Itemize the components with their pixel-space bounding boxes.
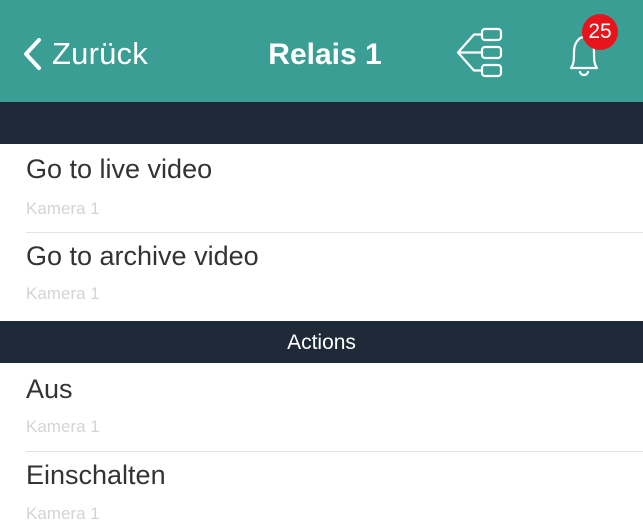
list-item-subtitle: Kamera 1 bbox=[26, 199, 100, 218]
list-item-subtitle: Kamera 1 bbox=[26, 284, 100, 303]
section-header-actions: Actions bbox=[0, 321, 643, 363]
chevron-left-icon bbox=[24, 38, 41, 70]
list-item-einschalten[interactable]: Einschalten Kamera 1 bbox=[0, 452, 643, 527]
list-item-title: Aus bbox=[26, 374, 73, 404]
page-title: Relais 1 bbox=[268, 38, 382, 71]
list-item-subtitle: Kamera 1 bbox=[26, 504, 100, 523]
tree-structure-icon bbox=[456, 27, 503, 78]
section-header bbox=[0, 102, 643, 144]
notification-badge: 25 bbox=[582, 14, 618, 50]
list-item-aus[interactable]: Aus Kamera 1 bbox=[0, 363, 643, 451]
navigation-bar: Zurück Relais 1 25 bbox=[0, 0, 643, 102]
list-item-title: Go to live video bbox=[26, 154, 213, 184]
back-button[interactable]: Zurück bbox=[22, 30, 148, 78]
list-item-live-video[interactable]: Go to live video Kamera 1 bbox=[0, 144, 643, 232]
list-item-title: Einschalten bbox=[26, 460, 166, 490]
back-label: Zurück bbox=[52, 36, 148, 71]
list-item-archive-video[interactable]: Go to archive video Kamera 1 bbox=[0, 233, 643, 321]
notifications-button[interactable]: 25 bbox=[558, 14, 622, 84]
list-item-subtitle: Kamera 1 bbox=[26, 417, 100, 436]
tree-button[interactable] bbox=[452, 26, 508, 80]
list-item-title: Go to archive video bbox=[26, 241, 259, 271]
